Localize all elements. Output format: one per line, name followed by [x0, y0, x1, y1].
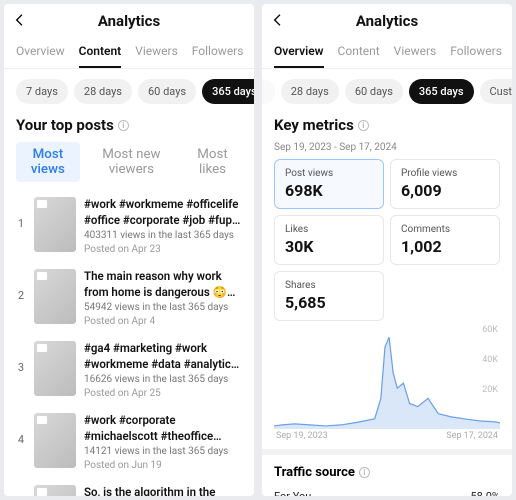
date-range-label: Sep 19, 2023 - Sep 17, 2024 [262, 142, 512, 159]
range-7d-clip[interactable] [262, 79, 275, 104]
top-posts-heading: Your top posts i [4, 114, 254, 142]
content-screen: Analytics Overview Content Viewers Follo… [4, 4, 254, 496]
post-thumbnail [34, 197, 76, 252]
header: Analytics [4, 4, 254, 38]
traffic-label: Traffic source [274, 465, 355, 480]
key-metrics-heading: Key metrics i [262, 114, 512, 142]
range-60d[interactable]: 60 days [345, 79, 403, 104]
views-chart: 60K 40K 20K [262, 321, 512, 431]
post-thumbnail [34, 341, 76, 396]
tab-overview[interactable]: Overview [16, 38, 65, 68]
header: Analytics [262, 4, 512, 38]
tab-content[interactable]: Content [79, 38, 122, 68]
card-likes[interactable]: Likes 30K [274, 215, 384, 265]
post-title: The main reason why work from home is da… [84, 269, 242, 300]
rank: 1 [16, 197, 26, 255]
tab-followers[interactable]: Followers [450, 38, 502, 68]
tab-content[interactable]: Content [338, 38, 380, 68]
range-7d[interactable]: 7 days [16, 79, 68, 104]
tab-followers[interactable]: Followers [192, 38, 244, 68]
post-title: #work #workmeme #officelife #office #cor… [84, 197, 242, 228]
range-365d[interactable]: 365 days [202, 79, 254, 104]
top-posts-label: Your top posts [16, 116, 114, 134]
tab-viewers[interactable]: Viewers [135, 38, 178, 68]
list-item[interactable]: 5 So, is the algorithm in the room? 👀 #m… [16, 478, 242, 496]
range-28d[interactable]: 28 days [281, 79, 339, 104]
post-title: So, is the algorithm in the room? 👀 #mar… [84, 485, 242, 496]
card-label: Comments [401, 224, 489, 235]
card-value: 30K [285, 237, 373, 256]
traffic-pct: 58.0% [470, 490, 500, 496]
filter-most-likes[interactable]: Most likes [183, 142, 242, 182]
rank: 5 [16, 485, 26, 496]
tab-bar: Overview Content Viewers Followers LIVE [4, 38, 254, 69]
post-thumbnail [34, 413, 76, 468]
post-thumbnail [34, 269, 76, 324]
rank: 4 [16, 413, 26, 471]
tab-viewers[interactable]: Viewers [394, 38, 437, 68]
date-range-segment: 28 days 60 days 365 days Custom [262, 69, 512, 114]
info-icon[interactable]: i [358, 120, 369, 131]
post-date: Posted on Apr 4 [84, 316, 242, 327]
chart-x-axis: Sep 19, 2023 Sep 17, 2024 [262, 431, 512, 449]
post-views: 54942 views in the last 365 days [84, 302, 242, 313]
y-tick: 40K [482, 355, 498, 365]
rank: 2 [16, 269, 26, 327]
filter-most-views[interactable]: Most views [16, 142, 80, 182]
range-28d[interactable]: 28 days [74, 79, 132, 104]
card-value: 5,685 [285, 293, 373, 312]
list-item[interactable]: 1 #work #workmeme #officelife #office #c… [16, 190, 242, 262]
list-item[interactable]: 3 #ga4 #marketing #work #workmeme #data … [16, 334, 242, 406]
card-label: Profile views [401, 168, 489, 179]
top-posts-list: 1 #work #workmeme #officelife #office #c… [4, 190, 254, 496]
key-metrics-label: Key metrics [274, 116, 354, 134]
post-date: Posted on Apr 23 [84, 244, 242, 255]
overview-screen: Analytics Overview Content Viewers Follo… [262, 4, 512, 496]
tab-bar: Overview Content Viewers Followers LIVE [262, 38, 512, 69]
card-value: 1,002 [401, 237, 489, 256]
post-thumbnail [34, 485, 76, 496]
rank: 3 [16, 341, 26, 399]
card-shares[interactable]: Shares 5,685 [274, 271, 384, 321]
range-custom-label: Custom [490, 85, 512, 98]
card-comments[interactable]: Comments 1,002 [390, 215, 500, 265]
traffic-name: For You [274, 490, 311, 496]
post-title: #work #corporate #michaelscott #theoffic… [84, 413, 242, 444]
range-365d[interactable]: 365 days [409, 79, 474, 104]
y-tick: 20K [482, 385, 498, 395]
post-views: 16626 views in the last 365 days [84, 374, 242, 385]
traffic-row-foryou: For You 58.0% [274, 490, 500, 496]
info-icon[interactable]: i [118, 120, 129, 131]
list-item[interactable]: 2 The main reason why work from home is … [16, 262, 242, 334]
post-title: #ga4 #marketing #work #workmeme #data #a… [84, 341, 242, 372]
traffic-source-section: Traffic source i For You58.0% Search35.6… [262, 449, 512, 496]
traffic-heading: Traffic source i [274, 465, 500, 480]
tab-overview[interactable]: Overview [274, 38, 324, 68]
post-date: Posted on Jun 19 [84, 460, 242, 471]
post-date: Posted on Apr 25 [84, 388, 242, 399]
card-value: 698K [285, 181, 373, 200]
back-button[interactable] [270, 12, 286, 32]
date-range-segment: 7 days 28 days 60 days 365 days Custom [4, 69, 254, 114]
page-title: Analytics [98, 12, 160, 30]
card-profile-views[interactable]: Profile views 6,009 [390, 159, 500, 209]
range-60d[interactable]: 60 days [138, 79, 196, 104]
card-label: Post views [285, 168, 373, 179]
post-views: 403311 views in the last 365 days [84, 230, 242, 241]
card-label: Shares [285, 280, 373, 291]
back-button[interactable] [12, 12, 28, 32]
card-label: Likes [285, 224, 373, 235]
list-item[interactable]: 4 #work #corporate #michaelscott #theoff… [16, 406, 242, 478]
post-views: 14121 views in the last 365 days [84, 446, 242, 457]
filter-most-new-viewers[interactable]: Most new viewers [86, 142, 177, 182]
post-filters: Most views Most new viewers Most likes [4, 142, 254, 190]
card-value: 6,009 [401, 181, 489, 200]
page-title: Analytics [356, 12, 418, 30]
key-metrics-cards: Post views 698K Profile views 6,009 Like… [262, 159, 512, 321]
range-custom[interactable]: Custom [480, 79, 512, 104]
info-icon[interactable]: i [359, 467, 370, 478]
card-post-views[interactable]: Post views 698K [274, 159, 384, 209]
y-tick: 60K [482, 325, 498, 335]
